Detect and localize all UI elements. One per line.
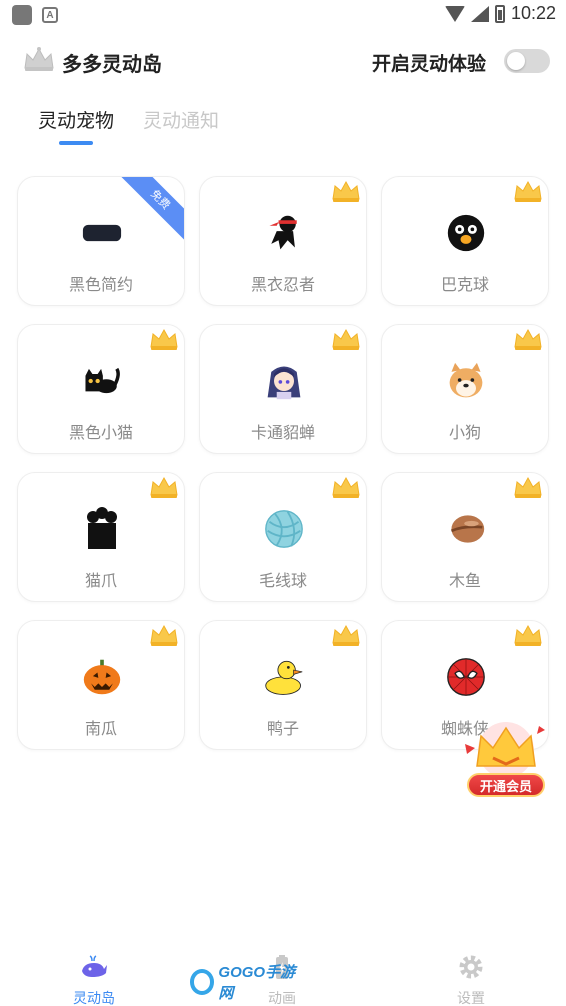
vip-crown-icon (332, 328, 360, 350)
tab-notifications[interactable]: 灵动通知 (143, 106, 219, 133)
app-title: 多多灵动岛 (62, 54, 162, 76)
pet-card-wooden-fish[interactable]: 木鱼 (381, 472, 549, 602)
pet-name: 南瓜 (84, 721, 117, 738)
battery-icon (494, 4, 505, 23)
pet-card-yarn-ball[interactable]: 毛线球 (199, 472, 367, 602)
experience-toggle-label: 开启灵动体验 (372, 54, 487, 75)
tab-indicator (59, 141, 93, 145)
pet-card-pumpkin[interactable]: 南瓜 (17, 620, 185, 750)
shiba-dog-icon (446, 361, 486, 401)
pet-name: 卡通貂蝉 (250, 425, 315, 442)
pet-name: 巴克球 (440, 277, 489, 294)
pet-name: 黑衣忍者 (250, 277, 315, 294)
pet-name: 黑色简约 (68, 277, 133, 294)
pet-name: 黑色小猫 (68, 425, 133, 442)
pet-name: 鸭子 (266, 721, 299, 738)
vip-crown-icon (150, 624, 178, 646)
a-letter-icon: A (42, 7, 58, 23)
pet-name: 小狗 (448, 425, 481, 442)
pet-card-cat-paw[interactable]: 猫爪 (17, 472, 185, 602)
toggle-knob (507, 52, 525, 70)
vip-crown-icon (514, 328, 542, 350)
pet-card-cartoon-diaochan[interactable]: 卡通貂蝉 (199, 324, 367, 454)
whale-icon (82, 955, 107, 977)
spiderman-icon (446, 657, 486, 697)
pet-card-ninja[interactable]: 黑衣忍者 (199, 176, 367, 306)
pet-card-bakeball[interactable]: 巴克球 (381, 176, 549, 306)
vip-crown-icon (465, 722, 545, 778)
crown-icon (24, 47, 54, 71)
tab-pets[interactable]: 灵动宠物 (38, 106, 114, 133)
pet-card-black-simple[interactable]: 免费 黑色简约 (17, 176, 185, 306)
nav-settings-label: 设置 (457, 990, 485, 1006)
pet-name: 木鱼 (448, 573, 481, 590)
pumpkin-icon (82, 657, 122, 697)
pet-name: 毛线球 (258, 573, 307, 590)
signal-icon (470, 5, 489, 22)
vip-crown-icon (150, 328, 178, 350)
wifi-icon (444, 5, 465, 22)
status-bar: A 10:22 (0, 0, 566, 30)
nav-home[interactable]: 灵动岛 (44, 953, 144, 1006)
status-right-icons: 10:22 (444, 3, 556, 24)
cartoon-girl-icon (264, 361, 304, 401)
duck-icon (264, 657, 304, 697)
app-square-icon (12, 5, 32, 25)
ninja-icon (264, 213, 304, 253)
vip-crown-icon (332, 624, 360, 646)
experience-toggle[interactable] (504, 49, 550, 73)
free-badge: 免费 (116, 177, 184, 244)
vip-crown-icon (514, 180, 542, 202)
pet-name: 猫爪 (84, 573, 117, 590)
nav-home-label: 灵动岛 (73, 990, 115, 1006)
cat-paw-icon (82, 507, 122, 549)
app-header: 多多灵动岛 开启灵动体验 (0, 40, 566, 80)
vip-crown-icon (332, 476, 360, 498)
vip-crown-icon (332, 180, 360, 202)
black-pill-icon (82, 213, 122, 253)
vip-float-button[interactable]: 开通会员 (463, 718, 549, 802)
watermark: GOGO手游网 (190, 964, 302, 1002)
watermark-logo-icon (190, 969, 215, 995)
nav-settings[interactable]: 设置 (421, 953, 521, 1006)
watermark-text: GOGO手游网 (218, 964, 296, 1002)
vip-label: 开通会员 (467, 773, 545, 797)
vip-crown-icon (514, 476, 542, 498)
status-left-icons: A (12, 5, 58, 25)
gear-icon (459, 955, 483, 979)
pet-card-dog[interactable]: 小狗 (381, 324, 549, 454)
vip-crown-icon (150, 476, 178, 498)
wooden-fish-icon (446, 509, 486, 549)
bakeball-icon (446, 213, 486, 253)
vip-crown-icon (514, 624, 542, 646)
status-time: 10:22 (510, 3, 556, 23)
yarn-ball-icon (264, 509, 304, 549)
pet-card-black-cat[interactable]: 黑色小猫 (17, 324, 185, 454)
pet-card-duck[interactable]: 鸭子 (199, 620, 367, 750)
black-cat-icon (82, 361, 122, 401)
